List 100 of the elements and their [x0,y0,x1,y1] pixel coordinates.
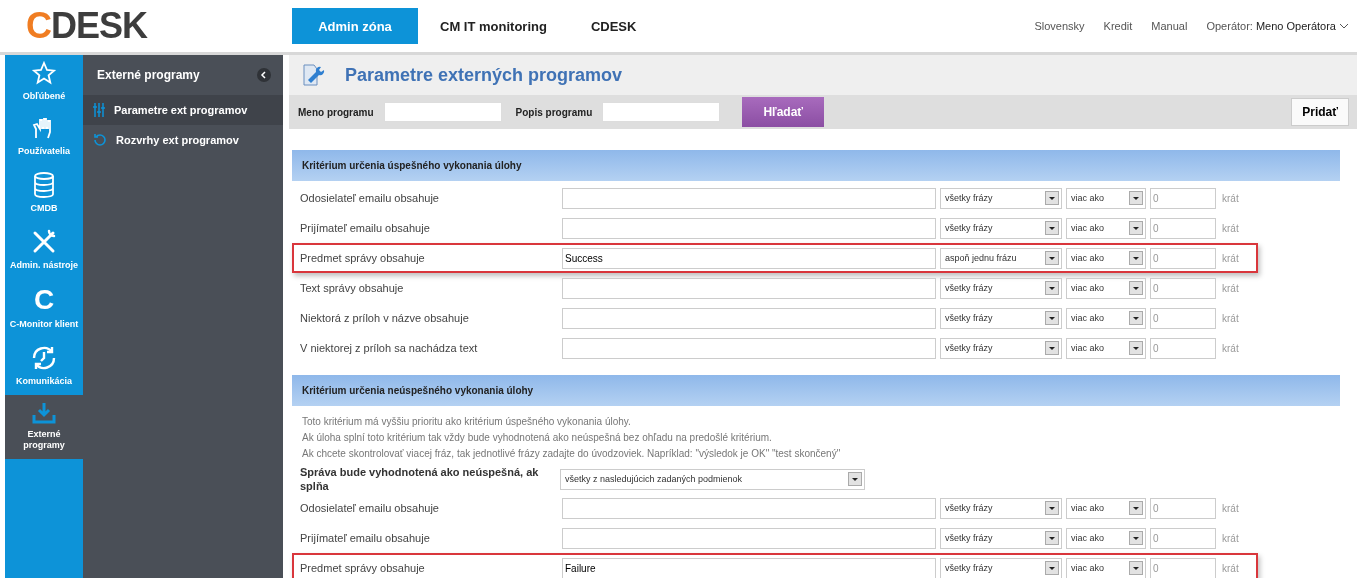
field-label: Text správy obsahuje [300,282,405,294]
caret-icon [1045,501,1059,515]
caret-icon [1129,501,1143,515]
caret-icon [1129,311,1143,325]
caret-icon [1129,531,1143,545]
unit-label: krát [1222,252,1239,264]
match-select[interactable]: všetky frázy [940,497,1062,519]
c-letter-icon: C [33,285,55,315]
caret-icon [1045,531,1059,545]
condition-select[interactable]: všetky z nasledujúcich zadaných podmienok [560,468,865,490]
download-tray-icon [31,401,57,425]
caret-icon [1045,251,1059,265]
operator-label: Operátor: [1206,20,1253,32]
condition-label: Správa bude vyhodnotená ako neúspešná, ak splňa [300,465,540,493]
caret-icon [1129,251,1143,265]
nav-tab[interactable]: CM IT monitoring [418,8,569,44]
field-label: Predmet správy obsahuje [300,252,426,264]
text-field[interactable] [562,217,936,239]
field-label: V niektorej z príloh sa nachádza text [300,342,479,354]
header-link[interactable]: Slovensky [1034,20,1085,32]
history-icon [93,133,107,147]
logo: CDESK [25,8,149,44]
compare-select[interactable]: viac ako [1066,277,1146,299]
unit-label: krát [1222,342,1239,354]
unit-label: krát [1222,222,1239,234]
note-text: Toto kritérium má vyššiu prioritu ako kritérium úspešného vykonania úlohy. [302,415,632,429]
filter-label: Popis programu [515,106,593,118]
match-select[interactable]: všetky frázy [940,307,1062,329]
section-header: Kritérium určenia neúspešného vykonania úlohy [292,375,1340,406]
caret-icon [1045,191,1059,205]
caret-icon [1129,281,1143,295]
unit-label: krát [1222,502,1239,514]
caret-icon [1045,311,1059,325]
compare-select[interactable]: viac ako [1066,187,1146,209]
caret-icon [1129,561,1143,575]
unit-label: krát [1222,532,1239,544]
text-field[interactable]: Success [562,247,936,269]
match-select[interactable]: aspoň jednu frázu [940,247,1062,269]
star-icon [31,61,57,87]
field-label: Predmet správy obsahuje [300,562,426,574]
page-title: Parametre externých programov [345,64,623,86]
note-text: Ak chcete skontrolovať viacej fráz, tak jednotlivé frázy zadajte do úvodzoviek. Napríklad: "výsledok je OK" "test skončený" [302,447,842,461]
chevron-down-icon [1339,23,1349,29]
unit-label: krát [1222,562,1239,574]
header-link[interactable]: Kredit [1103,20,1133,32]
wrench-document-icon [301,63,327,87]
text-field[interactable] [562,307,936,329]
add-button[interactable]: Pridať [1291,98,1349,126]
compare-select[interactable]: viac ako [1066,527,1146,549]
match-select[interactable]: všetky frázy [940,337,1062,359]
operator-name[interactable]: Meno Operátora [1255,20,1336,32]
section-header: Kritérium určenia úspešného vykonania úlohy [292,150,1340,181]
caret-icon [1045,341,1059,355]
field-label: Niektorá z príloh v názve obsahuje [300,312,470,324]
unit-label: krát [1222,282,1239,294]
compare-select[interactable]: viac ako [1066,557,1146,578]
panel-title: Externé programy [97,68,200,82]
filter-field[interactable] [602,102,721,122]
caret-icon [1129,341,1143,355]
field-label: Odosielateľ emailu obsahuje [300,502,440,514]
unit-label: krát [1222,312,1239,324]
filter-label: Meno programu [298,106,374,118]
text-field[interactable] [562,277,936,299]
panel-item[interactable]: Rozvrhy ext programov [83,125,283,155]
caret-icon [1045,281,1059,295]
nav-tab[interactable]: CDESK [568,8,659,44]
field-label: Odosielateľ emailu obsahuje [300,192,440,204]
clock-icon [30,344,58,372]
field-label: Prijímateľ emailu obsahuje [300,222,431,234]
text-field[interactable] [562,187,936,209]
caret-icon [1129,191,1143,205]
compare-select[interactable]: viac ako [1066,337,1146,359]
compare-select[interactable]: viac ako [1066,307,1146,329]
text-field[interactable] [562,337,936,359]
caret-icon [1045,561,1059,575]
text-field[interactable] [562,497,936,519]
caret-icon [1045,221,1059,235]
caret-icon [848,472,862,486]
search-button[interactable]: Hľadať [742,97,825,127]
field-label: Prijímateľ emailu obsahuje [300,532,431,544]
database-icon [31,171,57,199]
match-select[interactable]: všetky frázy [940,557,1062,578]
panel-item[interactable]: Parametre ext programov [83,95,283,125]
note-text: Ak úloha splní toto kritérium tak vždy bude vyhodnotená ako neúspešná bez ohľadu na predošlé kritérium. [302,431,773,445]
rail-item[interactable]: Externé programy [5,395,83,459]
compare-select[interactable]: viac ako [1066,217,1146,239]
compare-select[interactable]: viac ako [1066,247,1146,269]
caret-icon [1129,221,1143,235]
text-field[interactable] [562,527,936,549]
header-link[interactable]: Manual [1151,20,1188,32]
collapse-icon[interactable] [257,68,271,82]
sliders-icon [93,103,105,117]
compare-select[interactable]: viac ako [1066,497,1146,519]
match-select[interactable]: všetky frázy [940,217,1062,239]
match-select[interactable]: všetky frázy [940,527,1062,549]
match-select[interactable]: všetky frázy [940,277,1062,299]
text-field[interactable]: Failure [562,557,936,578]
filter-field[interactable] [383,102,502,122]
match-select[interactable]: všetky frázy [940,187,1062,209]
unit-label: krát [1222,192,1239,204]
